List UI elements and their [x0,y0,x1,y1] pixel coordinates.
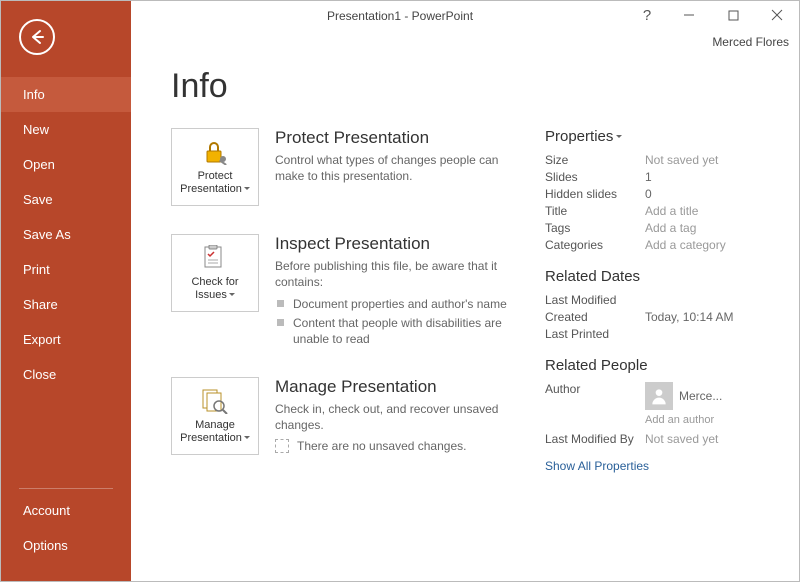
nav-new[interactable]: New [1,112,131,147]
nav-close[interactable]: Close [1,357,131,392]
lock-icon [200,138,230,166]
prop-size-label: Size [545,153,645,167]
check-for-issues-button[interactable]: Check for Issues [171,234,259,312]
add-author[interactable]: Add an author [645,414,779,426]
prop-lastmod-label: Last Modified [545,293,645,307]
nav-save[interactable]: Save [1,182,131,217]
inspect-bullets: Document properties and author's name Co… [275,296,523,347]
manage-presentation-button[interactable]: Manage Presentation [171,377,259,455]
person-icon [645,382,673,410]
maximize-button[interactable] [711,1,755,29]
author-name: Merce... [679,389,722,403]
nav-save-as[interactable]: Save As [1,217,131,252]
nav-info[interactable]: Info [1,77,131,112]
prop-categories-label: Categories [545,238,645,252]
prop-printed-label: Last Printed [545,327,645,341]
window-controls: ? [627,1,799,29]
user-name[interactable]: Merced Flores [712,35,789,49]
nav-share[interactable]: Share [1,287,131,322]
protect-title: Protect Presentation [275,128,523,148]
nav-export[interactable]: Export [1,322,131,357]
prop-hidden-value: 0 [645,187,652,201]
actions-column: Protect Presentation Protect Presentatio… [171,128,523,483]
minimize-button[interactable] [667,1,711,29]
nav-options[interactable]: Options [1,528,131,563]
inspect-bullet: Content that people with disabilities ar… [275,315,523,347]
prop-slides-value: 1 [645,170,652,184]
inspect-desc: Before publishing this file, be aware th… [275,258,523,290]
nav-open[interactable]: Open [1,147,131,182]
related-dates-heading: Related Dates [545,268,779,285]
nav-bottom: Account Options [1,482,131,563]
nav-print[interactable]: Print [1,252,131,287]
inspect-section: Check for Issues Inspect Presentation Be… [171,234,523,349]
page-title: Info [171,67,779,106]
prop-title-label: Title [545,204,645,218]
prop-categories-value[interactable]: Add a category [645,238,726,252]
prop-author-label: Author [545,382,645,410]
prop-tags-value[interactable]: Add a tag [645,221,696,235]
nav-list: Info New Open Save Save As Print Share E… [1,77,131,392]
back-arrow-icon [27,27,47,47]
inspect-title: Inspect Presentation [275,234,523,254]
prop-size-value: Not saved yet [645,153,718,167]
backstage-sidebar: Info New Open Save Save As Print Share E… [1,1,131,581]
checklist-icon [200,244,230,272]
manage-desc: Check in, check out, and recover unsaved… [275,401,523,433]
content-pane: Info Protect Presentation Protect Presen… [131,55,799,581]
manage-btn-label: Manage Presentation [180,419,242,444]
no-unsaved-changes: There are no unsaved changes. [275,439,523,453]
manage-section: Manage Presentation Manage Presentation … [171,377,523,455]
prop-title-value[interactable]: Add a title [645,204,698,218]
window-title: Presentation1 - PowerPoint [327,9,473,23]
prop-hidden-label: Hidden slides [545,187,645,201]
documents-magnify-icon [200,387,230,415]
prop-tags-label: Tags [545,221,645,235]
prop-created-label: Created [545,310,645,324]
prop-created-value: Today, 10:14 AM [645,310,734,324]
show-all-properties-link[interactable]: Show All Properties [545,459,649,473]
properties-column: Properties SizeNot saved yet Slides1 Hid… [545,128,779,483]
protect-desc: Control what types of changes people can… [275,152,523,184]
prop-lastmodby-value: Not saved yet [645,432,718,446]
prop-slides-label: Slides [545,170,645,184]
protect-presentation-button[interactable]: Protect Presentation [171,128,259,206]
nav-separator [19,488,113,489]
manage-title: Manage Presentation [275,377,523,397]
help-icon[interactable]: ? [627,1,667,29]
close-button[interactable] [755,1,799,29]
author-chip[interactable]: Merce... [645,382,722,410]
prop-lastmodby-label: Last Modified By [545,432,645,446]
properties-dropdown[interactable]: Properties [545,128,622,145]
related-people-heading: Related People [545,357,779,374]
nav-account[interactable]: Account [1,493,131,528]
protect-section: Protect Presentation Protect Presentatio… [171,128,523,206]
protect-btn-label: Protect Presentation [180,170,242,195]
document-dashed-icon [275,439,289,453]
inspect-bullet: Document properties and author's name [275,296,523,312]
back-button[interactable] [19,19,55,55]
